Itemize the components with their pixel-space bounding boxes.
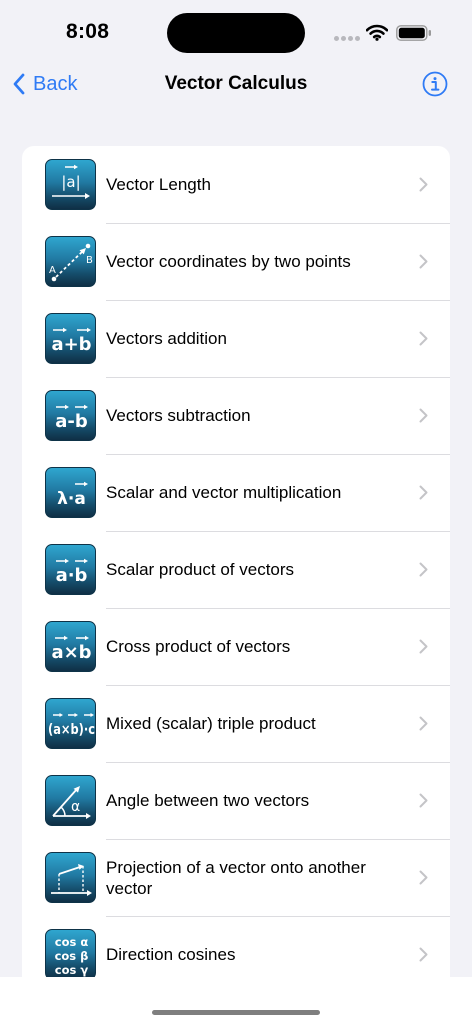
list-item-label: Scalar and vector multiplication <box>106 483 342 502</box>
chevron-right-icon <box>419 408 428 423</box>
dot-product-icon: a·b <box>45 544 96 595</box>
list-item-label: Cross product of vectors <box>106 637 291 656</box>
list-item-scalar-vector-multiplication[interactable]: λ·a Scalar and vector multiplication <box>22 454 450 531</box>
scalar-multiplication-icon: λ·a <box>45 467 96 518</box>
list-item-label: Vectors subtraction <box>106 406 251 425</box>
vector-addition-icon: a+b <box>45 313 96 364</box>
dot-product-icon-text: a·b <box>56 565 88 586</box>
vector-subtraction-icon-text: a-b <box>55 411 88 432</box>
chevron-right-icon <box>419 639 428 654</box>
list-item-vectors-subtraction[interactable]: a-b Vectors subtraction <box>22 377 450 454</box>
chevron-right-icon <box>419 870 428 885</box>
list-item-label: Mixed (scalar) triple product <box>106 714 316 733</box>
chevron-right-icon <box>419 947 428 962</box>
triple-product-icon-text: (a×b)·c <box>48 722 95 738</box>
status-time: 8:08 <box>66 20 110 43</box>
chevron-right-icon <box>419 716 428 731</box>
list-item-scalar-product[interactable]: a·b Scalar product of vectors <box>22 531 450 608</box>
calculator-list: |a| Vector Length A B Vector coordinates… <box>22 146 450 977</box>
triple-product-icon: (a×b)·c <box>45 698 96 749</box>
list-item-label: Projection of a vector onto another vect… <box>106 857 366 898</box>
cosine-gamma-text: cos γ <box>55 963 89 977</box>
cosine-alpha-text: cos α <box>55 935 89 949</box>
list-item-vectors-addition[interactable]: a+b Vectors addition <box>22 300 450 377</box>
navigation-bar: Back Vector Calculus <box>0 62 472 106</box>
chevron-right-icon <box>419 177 428 192</box>
cross-product-icon-text: a×b <box>51 642 91 663</box>
list-item-projection[interactable]: Projection of a vector onto another vect… <box>22 839 450 916</box>
status-bar: 8:08 <box>0 0 472 62</box>
list-item-label: Vectors addition <box>106 329 227 348</box>
list-item-label: Angle between two vectors <box>106 791 310 810</box>
two-points-icon: A B <box>45 236 96 287</box>
list-item-triple-product[interactable]: (a×b)·c Mixed (scalar) triple product <box>22 685 450 762</box>
page-title: Vector Calculus <box>164 73 308 94</box>
direction-cosines-icon: cos α cos β cos γ <box>45 929 96 977</box>
projection-icon <box>45 852 96 903</box>
chevron-right-icon <box>419 793 428 808</box>
cellular-signal-icon <box>334 36 360 42</box>
scalar-multiplication-icon-text: λ·a <box>57 489 86 509</box>
home-indicator[interactable] <box>152 1010 320 1015</box>
battery-icon <box>396 25 431 41</box>
angle-icon-text: α <box>71 799 80 815</box>
list-item-angle-between-vectors[interactable]: α Angle between two vectors <box>22 762 450 839</box>
vector-length-icon-text: |a| <box>61 173 80 191</box>
wifi-icon <box>366 24 388 41</box>
vector-subtraction-icon: a-b <box>45 390 96 441</box>
list-item-vector-length[interactable]: |a| Vector Length <box>22 146 450 223</box>
chevron-right-icon <box>419 562 428 577</box>
list-item-label: Vector coordinates by two points <box>106 252 351 271</box>
info-icon[interactable] <box>422 71 448 97</box>
point-b-label: B <box>86 255 93 266</box>
chevron-right-icon <box>419 254 428 269</box>
angle-icon: α <box>45 775 96 826</box>
bottom-safe-area <box>0 977 472 1024</box>
list-item-vector-coordinates[interactable]: A B Vector coordinates by two points <box>22 223 450 300</box>
vector-addition-icon-text: a+b <box>51 334 91 355</box>
cross-product-icon: a×b <box>45 621 96 672</box>
chevron-right-icon <box>419 485 428 500</box>
list-item-label: Direction cosines <box>106 945 236 964</box>
list-item-direction-cosines[interactable]: cos α cos β cos γ Direction cosines <box>22 916 450 977</box>
vector-length-icon: |a| <box>45 159 96 210</box>
cosine-beta-text: cos β <box>55 949 89 963</box>
dynamic-island <box>167 13 305 53</box>
chevron-right-icon <box>419 331 428 346</box>
list-item-cross-product[interactable]: a×b Cross product of vectors <box>22 608 450 685</box>
list-item-label: Vector Length <box>106 175 211 194</box>
list-item-label: Scalar product of vectors <box>106 560 295 579</box>
point-a-label: A <box>49 265 56 276</box>
